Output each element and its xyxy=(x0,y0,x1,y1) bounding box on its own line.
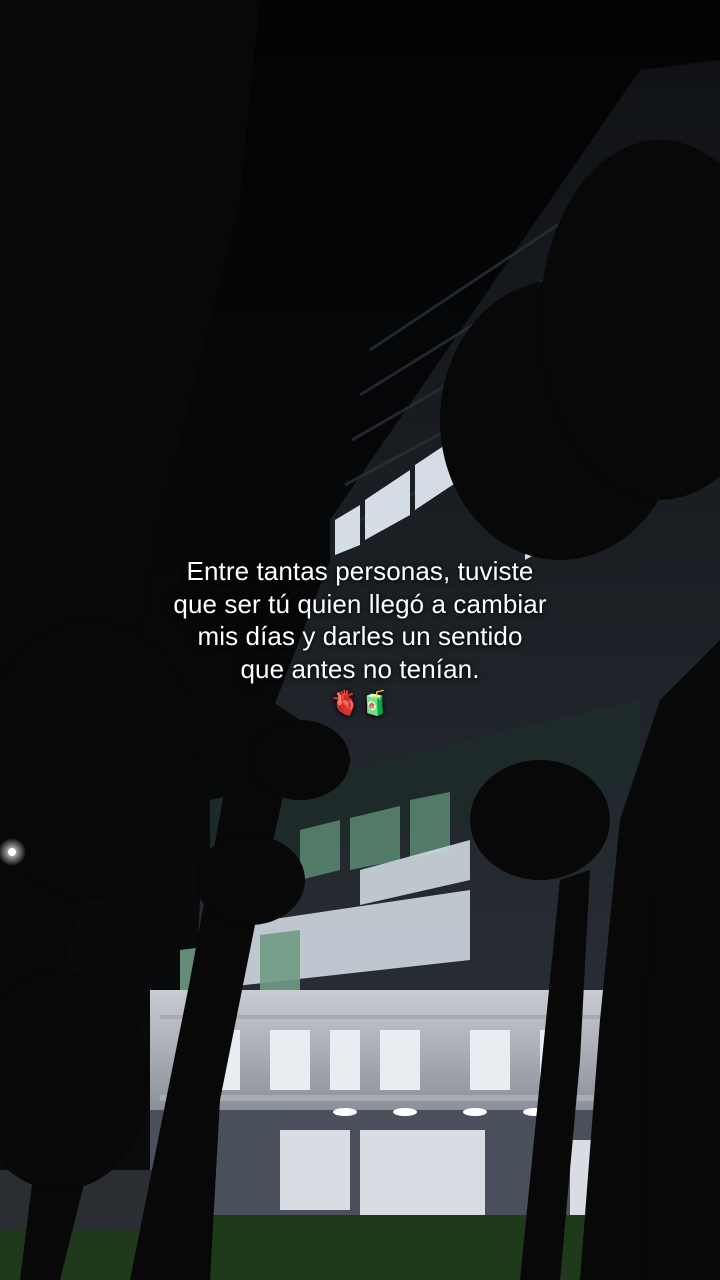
caption-line-3: mis días y darles un sentido xyxy=(197,621,523,651)
heart-and-juice-emoji-icon: 🫀🧃 xyxy=(330,690,390,717)
caption-text: Entre tantas personas, tuviste que ser t… xyxy=(0,555,720,719)
caption-line-1: Entre tantas personas, tuviste xyxy=(186,556,534,586)
caption-line-2: que ser tú quien llegó a cambiar xyxy=(173,588,547,619)
caption-line-4: que antes no tenían. xyxy=(240,653,480,684)
